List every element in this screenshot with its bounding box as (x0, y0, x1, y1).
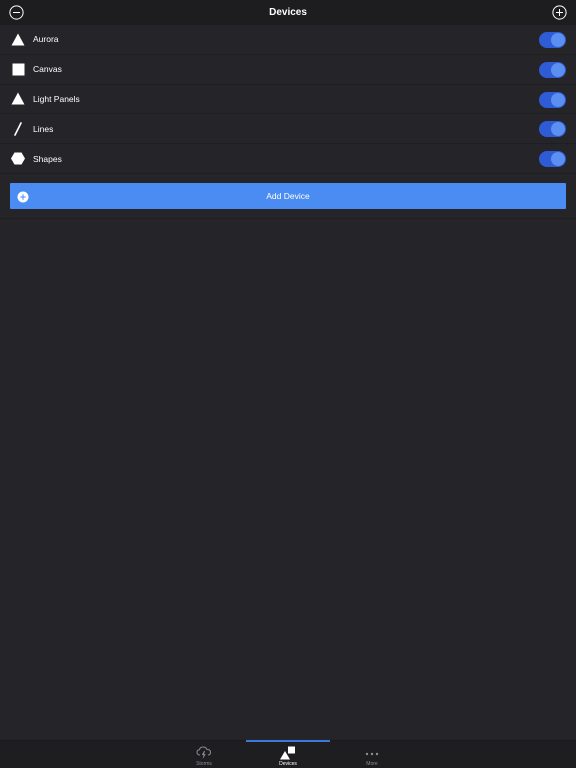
device-toggle[interactable] (539, 61, 566, 78)
device-label: Shapes (33, 153, 62, 164)
ellipsis-icon (364, 746, 380, 760)
triangle-icon (11, 32, 25, 46)
device-label: Canvas (33, 64, 62, 75)
add-device-label: Add Device (266, 191, 310, 201)
toggle-knob (551, 33, 565, 47)
device-toggle[interactable] (539, 151, 566, 168)
tab-label: Storms (196, 761, 212, 767)
device-toggle[interactable] (539, 91, 566, 108)
toggle-knob (551, 92, 565, 107)
square-icon (11, 62, 25, 76)
add-device-button[interactable]: Add Device (10, 183, 566, 209)
tab-label: Devices (279, 761, 297, 767)
tab-more[interactable]: More (330, 741, 414, 768)
page-title: Devices (269, 7, 307, 18)
device-row-lines[interactable]: Lines (0, 114, 576, 145)
divider (0, 218, 576, 219)
line-icon (11, 121, 25, 136)
device-row-canvas[interactable]: Canvas (0, 55, 576, 85)
devices-icon (280, 746, 296, 760)
storm-cloud-icon (196, 746, 212, 760)
device-label: Lines (33, 123, 54, 134)
tab-storms[interactable]: Storms (162, 741, 246, 768)
add-button[interactable] (552, 5, 567, 20)
navigation-bar: Devices (0, 0, 576, 25)
remove-button[interactable] (9, 5, 24, 20)
triangle-icon (11, 92, 25, 106)
tab-bar: Storms Devices More (0, 740, 576, 768)
device-toggle[interactable] (539, 32, 566, 48)
hexagon-icon (11, 152, 25, 166)
plus-circle-icon (552, 5, 567, 20)
device-toggle[interactable] (539, 121, 566, 138)
device-list: Aurora Canvas Light Panels Lines Shapes (0, 25, 576, 174)
toggle-knob (551, 122, 565, 137)
plus-circle-icon (17, 190, 29, 203)
toggle-knob (551, 152, 565, 167)
minus-circle-icon (9, 5, 24, 20)
device-row-aurora[interactable]: Aurora (0, 25, 576, 55)
device-label: Light Panels (33, 93, 80, 104)
toggle-knob (551, 62, 565, 77)
device-row-light-panels[interactable]: Light Panels (0, 85, 576, 115)
tab-label: More (366, 761, 378, 767)
device-row-shapes[interactable]: Shapes (0, 144, 576, 174)
tab-devices[interactable]: Devices (246, 741, 330, 768)
device-label: Aurora (33, 34, 59, 45)
